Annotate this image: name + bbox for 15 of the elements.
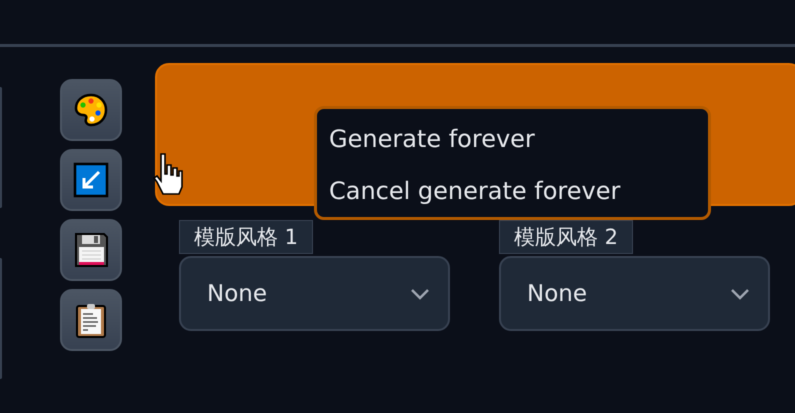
dropdown-label: 模版风格 1	[179, 220, 314, 254]
tool-button[interactable]	[60, 79, 122, 141]
chevron-down-icon	[730, 288, 750, 300]
chevron-down-icon	[410, 288, 430, 300]
tool-button[interactable]	[60, 289, 122, 351]
dropdown-label: 模版风格 2	[499, 220, 634, 254]
dropdown[interactable]: None	[179, 256, 450, 331]
palette-icon	[73, 92, 109, 128]
dropdown[interactable]: None	[499, 256, 770, 331]
menu-item[interactable]: Generate forever	[317, 113, 708, 165]
tool-button[interactable]	[60, 149, 122, 211]
menu-item[interactable]: Cancel generate forever	[317, 165, 708, 217]
tool-button[interactable]	[60, 219, 122, 281]
clipboard-icon	[73, 302, 109, 338]
hand-cursor-icon	[153, 152, 183, 198]
